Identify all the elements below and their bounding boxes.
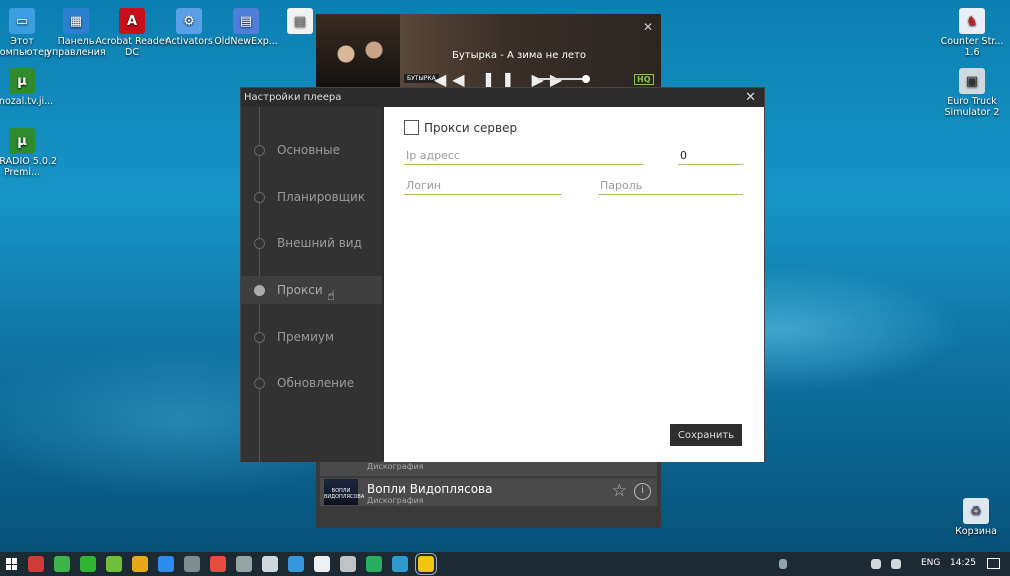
list-item-thumbnail: ВОПЛИ ВИДОПЛЯСОВА <box>324 479 364 505</box>
password-input[interactable] <box>598 178 743 195</box>
taskbar-app-icon[interactable] <box>314 556 330 572</box>
player-settings-dialog: Настройки плеера ✕ Основные Планировщик … <box>240 87 765 462</box>
taskbar-app-icon[interactable] <box>28 556 44 572</box>
settings-nav: Основные Планировщик Внешний вид Прокси … <box>241 107 382 462</box>
counter-strike-icon: ♞ <box>959 8 985 34</box>
nav-item-premium[interactable]: Премиум <box>241 323 382 351</box>
document-icon: ▤ <box>287 8 313 34</box>
track-title: Бутырка - А зима не лето <box>452 50 587 61</box>
info-icon[interactable]: i <box>634 483 651 500</box>
recycle-bin-icon: ♻ <box>963 498 989 524</box>
utorrent-icon: µ <box>9 128 35 154</box>
taskbar-app-icon[interactable] <box>392 556 408 572</box>
desktop-icon-kinozal[interactable]: µ kinozal.tv.ji... <box>0 68 60 107</box>
album-art <box>316 14 400 88</box>
favorite-star-icon[interactable]: ☆ <box>612 481 627 501</box>
taskbar-app-icon[interactable] <box>132 556 148 572</box>
dialog-close-icon[interactable]: ✕ <box>745 88 756 107</box>
tray-language[interactable]: ENG <box>921 558 940 568</box>
taskbar-app-icon[interactable] <box>184 556 200 572</box>
desktop-icon-label: OldNewExp... <box>214 36 278 47</box>
list-item-title: Вопли Видоплясова <box>367 482 493 496</box>
taskbar-app-icon[interactable] <box>54 556 70 572</box>
taskbar-app-icon[interactable] <box>106 556 122 572</box>
nav-bullet-icon <box>254 285 265 296</box>
desktop-icon-label: Корзина <box>955 526 997 537</box>
desktop-icon-label: PCRADIO 5.0.2 Premi... <box>0 156 57 178</box>
activators-icon: ⚙ <box>176 8 202 34</box>
nav-item-main[interactable]: Основные <box>241 136 382 164</box>
nav-bullet-icon <box>254 378 265 389</box>
port-input[interactable] <box>678 148 743 165</box>
oldnewexp-icon: ▤ <box>233 8 259 34</box>
volume-slider[interactable] <box>538 75 590 83</box>
nav-item-label: Основные <box>277 143 341 157</box>
desktop-icon-pcradio[interactable]: µ PCRADIO 5.0.2 Premi... <box>0 128 60 178</box>
proxy-server-checkbox[interactable] <box>404 120 419 135</box>
utorrent-icon: µ <box>9 68 35 94</box>
tray-network-icon[interactable] <box>871 559 881 569</box>
tray-chevron-icon[interactable] <box>779 559 787 569</box>
player-close-icon[interactable]: ✕ <box>643 20 653 34</box>
proxy-settings-panel: Прокси сервер Сохранить <box>384 107 764 462</box>
nav-bullet-icon <box>254 332 265 343</box>
tray-volume-icon[interactable] <box>891 559 901 569</box>
taskbar-app-icon[interactable] <box>288 556 304 572</box>
proxy-checkbox-row[interactable]: Прокси сервер <box>404 120 517 135</box>
taskbar-app-icon[interactable] <box>210 556 226 572</box>
this-pc-icon: ▭ <box>9 8 35 34</box>
start-windows-icon[interactable] <box>6 558 18 570</box>
euro-truck-icon: ▣ <box>959 68 985 94</box>
desktop-icon-recycle-bin[interactable]: ♻ Корзина <box>938 498 1010 537</box>
acrobat-icon: A <box>119 8 145 34</box>
nav-bullet-icon <box>254 192 265 203</box>
artist-list: Дискография ВОПЛИ ВИДОПЛЯСОВА Вопли Видо… <box>316 452 661 528</box>
desktop-icon-euro-truck[interactable]: ▣ Euro Truck Simulator 2 <box>934 68 1010 118</box>
desktop-icon-label: Counter Str... 1.6 <box>940 36 1004 58</box>
hq-badge[interactable]: HQ <box>634 74 654 85</box>
nav-item-label: Обновление <box>277 376 355 390</box>
nav-item-label: Премиум <box>277 330 335 344</box>
notification-center-icon[interactable] <box>987 558 1000 569</box>
nav-bullet-icon <box>254 238 265 249</box>
taskbar: ENG 14:25 <box>0 552 1010 576</box>
taskbar-app-icon[interactable] <box>236 556 252 572</box>
nav-item-scheduler[interactable]: Планировщик <box>241 183 382 211</box>
list-item-subtitle: Дискография <box>367 496 424 505</box>
taskbar-app-icon[interactable] <box>340 556 356 572</box>
taskbar-app-icon[interactable] <box>158 556 174 572</box>
login-input[interactable] <box>404 178 562 195</box>
save-button[interactable]: Сохранить <box>670 424 742 446</box>
hand-cursor-icon: ☝ <box>327 289 335 304</box>
taskbar-app-icon[interactable] <box>262 556 278 572</box>
nav-item-label: Внешний вид <box>277 236 362 250</box>
list-item-subtitle: Дискография <box>367 462 424 471</box>
proxy-server-label: Прокси сервер <box>424 120 518 135</box>
desktop-icon-label: Euro Truck Simulator 2 <box>944 96 1000 118</box>
desktop-icon-counter-strike[interactable]: ♞ Counter Str... 1.6 <box>934 8 1010 58</box>
list-item[interactable]: ВОПЛИ ВИДОПЛЯСОВА Вопли Видоплясова Диск… <box>320 478 657 506</box>
nav-item-label: Планировщик <box>277 190 366 204</box>
desktop-icon-label: kinozal.tv.ji... <box>0 96 54 107</box>
taskbar-app-icon[interactable] <box>366 556 382 572</box>
nav-item-label: Прокси <box>277 283 323 297</box>
tray-clock[interactable]: 14:25 <box>950 558 976 568</box>
taskbar-app-icon[interactable] <box>415 553 437 575</box>
taskbar-app-icon[interactable] <box>80 556 96 572</box>
nav-item-update[interactable]: Обновление <box>241 369 382 397</box>
music-player-window: БУТЫРКА Бутырка - А зима не лето ◀◀ ❚❚ ▶… <box>316 14 661 88</box>
ip-address-input[interactable] <box>404 148 643 165</box>
dialog-title: Настройки плеера <box>244 92 342 103</box>
control-panel-icon: ▦ <box>63 8 89 34</box>
nav-bullet-icon <box>254 145 265 156</box>
nav-item-proxy[interactable]: Прокси ☝ <box>241 276 382 304</box>
nav-item-appearance[interactable]: Внешний вид <box>241 229 382 257</box>
